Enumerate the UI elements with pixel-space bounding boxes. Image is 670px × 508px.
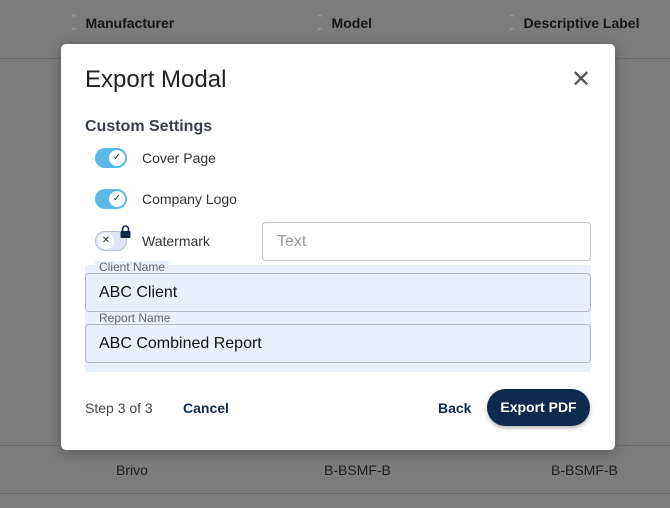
client-name-input[interactable]: ABC Client [85, 273, 591, 312]
cell-descriptive-label: B-BSMF-B [551, 462, 618, 478]
check-icon: ✓ [109, 150, 125, 166]
report-name-input[interactable]: ABC Combined Report [85, 324, 591, 363]
sort-icon: ⌃ ⌄ [70, 13, 78, 32]
company-logo-toggle[interactable]: ✓ [95, 189, 127, 209]
client-name-label: Client Name [95, 261, 170, 273]
back-button[interactable]: Back [438, 400, 471, 416]
cancel-button[interactable]: Cancel [183, 400, 229, 416]
toggle-label: Watermark [142, 233, 210, 249]
modal-title: Export Modal [85, 66, 227, 93]
header-label: Manufacturer [85, 15, 175, 31]
report-fields-panel: ABC Client Client Name ABC Combined Repo… [85, 261, 591, 372]
cell-model: B-BSMF-B [324, 462, 391, 478]
column-header-descriptive-label[interactable]: ⌃ ⌄ Descriptive Label [508, 14, 639, 32]
export-pdf-button[interactable]: Export PDF [487, 389, 590, 426]
header-label: Model [331, 15, 372, 31]
step-indicator: Step 3 of 3 [85, 400, 153, 416]
toggle-label: Cover Page [142, 150, 216, 166]
row-divider [0, 493, 670, 494]
check-icon: ✓ [109, 191, 125, 207]
sort-icon: ⌃ ⌄ [508, 13, 516, 32]
close-icon[interactable]: ✕ [571, 68, 591, 92]
watermark-text-input[interactable]: Text [262, 222, 591, 261]
header-label: Descriptive Label [523, 15, 640, 31]
cell-manufacturer: Brivo [116, 462, 148, 478]
export-modal: Export Modal ✕ Custom Settings ✓ Cover P… [61, 44, 615, 450]
sort-icon: ⌃ ⌄ [316, 13, 324, 32]
column-header-manufacturer[interactable]: ⌃ ⌄ Manufacturer [70, 14, 174, 32]
cover-page-toggle[interactable]: ✓ [95, 148, 127, 168]
x-icon: ✕ [98, 233, 114, 249]
toggle-label: Company Logo [142, 191, 237, 207]
lock-icon [120, 225, 131, 238]
report-name-label: Report Name [95, 312, 175, 324]
column-header-model[interactable]: ⌃ ⌄ Model [316, 14, 372, 32]
section-title: Custom Settings [85, 118, 213, 135]
